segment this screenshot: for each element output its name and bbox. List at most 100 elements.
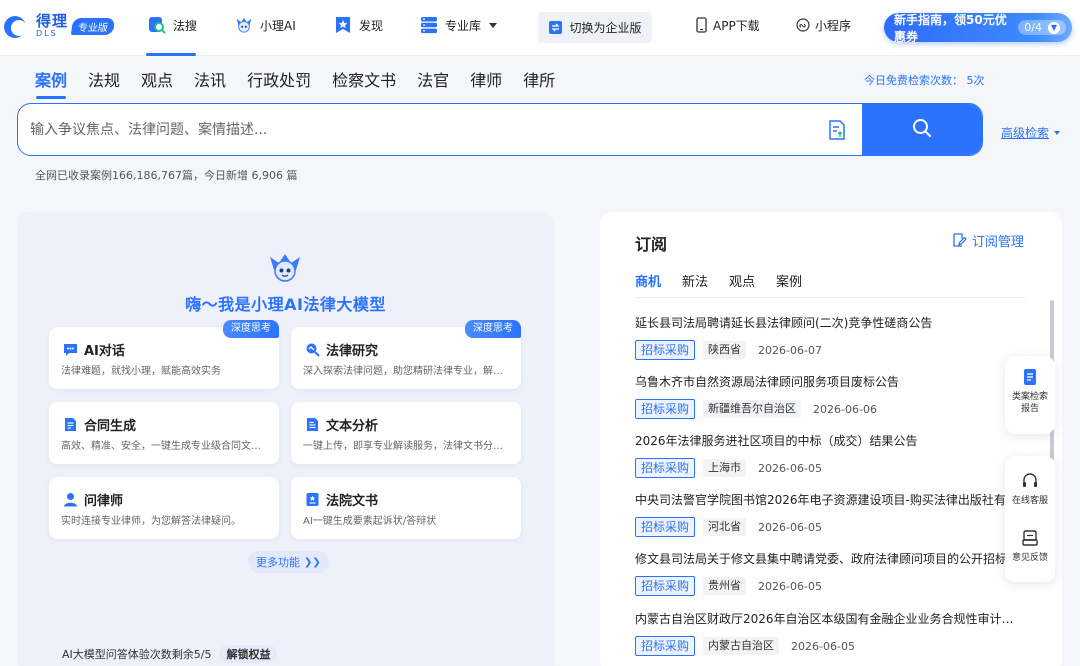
- tab-admin-penalty[interactable]: 行政处罚: [247, 70, 311, 92]
- type-tag: 招标采购: [635, 517, 696, 537]
- ai-quota-bar: AI大模型问答体验次数剩余5/5 解锁权益: [62, 645, 278, 663]
- tab-lawyers[interactable]: 律师: [470, 70, 502, 92]
- guide-progress: 0/4 ▼: [1018, 20, 1066, 35]
- nav-item-app-download[interactable]: APP下载: [695, 16, 760, 34]
- sub-tab-business[interactable]: 商机: [635, 271, 661, 290]
- tab-opinions[interactable]: 观点: [141, 70, 173, 92]
- collection-stats: 全网已收录案例166,186,767篇，今日新增 6,906 篇: [35, 169, 298, 182]
- dls-logo[interactable]: 得理 DLS 专业版: [4, 14, 116, 38]
- type-tag: 招标采购: [635, 340, 696, 360]
- nav-label: 专业库: [445, 18, 482, 33]
- chevron-down-icon: ▼: [1048, 21, 1060, 34]
- subscription-manage-label: 订阅管理: [972, 235, 1025, 250]
- sub-tab-new-laws[interactable]: 新法: [682, 271, 708, 290]
- list-item[interactable]: 延长县司法局聘请延长县法律顾问(二次)竞争性磋商公告 招标采购 陕西省 2026…: [635, 314, 1025, 366]
- court-doc-icon: [305, 492, 320, 507]
- feedback-button[interactable]: 意见反馈: [1005, 529, 1055, 564]
- edit-subscription-icon: [952, 233, 967, 248]
- feature-card-contract-generation[interactable]: 合同生成 高效、精准、安全，一键生成专业级合同文…: [49, 402, 279, 464]
- list-item[interactable]: 中央司法警官学院图书馆2026年电子资源建设项目-购买法律出版社有 招标采购 河…: [635, 491, 1025, 543]
- item-title: 内蒙古自治区财政厅2026年自治区本级国有金融企业业务合规性审计中…: [635, 612, 1020, 626]
- tab-judges[interactable]: 法官: [417, 70, 449, 92]
- search-box: [17, 103, 983, 156]
- phone-icon: [695, 16, 707, 34]
- subscription-tabs: 商机 新法 观点 案例: [635, 271, 823, 290]
- support-widget: 在线客服 意见反馈: [1005, 456, 1055, 582]
- report-doc-icon: [1021, 368, 1039, 386]
- database-icon: [420, 16, 438, 34]
- search-button[interactable]: [862, 104, 982, 155]
- item-title: 中央司法警官学院图书馆2026年电子资源建设项目-购买法律出版社有: [635, 493, 1006, 507]
- tab-law-firms[interactable]: 律所: [523, 70, 555, 92]
- subscription-manage-link[interactable]: 订阅管理: [952, 231, 1024, 250]
- tab-cases[interactable]: 案例: [35, 70, 67, 92]
- divider: [635, 297, 1025, 298]
- nav-item-discover[interactable]: 发现: [334, 16, 383, 34]
- sub-tab-cases[interactable]: 案例: [776, 271, 802, 290]
- region-tag: 上海市: [703, 459, 747, 477]
- item-date: 2026-06-07: [758, 343, 822, 357]
- tab-legal-news[interactable]: 法讯: [194, 70, 226, 92]
- item-date: 2026-06-05: [758, 579, 822, 593]
- nav-item-pro-library[interactable]: 专业库: [420, 16, 498, 34]
- unlock-benefits-button[interactable]: 解锁权益: [219, 645, 278, 663]
- nav-label: 小程序: [815, 18, 852, 33]
- item-date: 2026-06-05: [791, 639, 855, 653]
- card-title: 法律研究: [326, 344, 379, 359]
- feature-card-text-analysis[interactable]: 文本分析 一键上传，即享专业解读服务，法律文书分…: [291, 402, 521, 464]
- research-icon: [305, 342, 320, 357]
- chat-icon: [63, 342, 78, 357]
- nav-item-mini-program[interactable]: 小程序: [796, 16, 851, 34]
- headset-icon: [1021, 472, 1039, 490]
- region-tag: 陕西省: [703, 341, 747, 359]
- active-nav-indicator: [146, 53, 196, 56]
- item-date: 2026-06-06: [813, 402, 877, 416]
- switch-enterprise-button[interactable]: 切换为企业版: [538, 12, 652, 43]
- type-tag: 招标采购: [635, 636, 696, 656]
- feature-card-ask-lawyer[interactable]: 问律师 实时连接专业律师，为您解答法律疑问。: [49, 477, 279, 539]
- card-desc: 一键上传，即享专业解读服务，法律文书分…: [303, 441, 503, 452]
- sub-tab-opinions[interactable]: 观点: [729, 271, 755, 290]
- case-report-label: 类案检索报告: [1011, 392, 1048, 414]
- feedback-icon: [1021, 529, 1039, 547]
- item-title: 2026年法律服务进社区项目的中标（成交）结果公告: [635, 434, 918, 448]
- logo-text-en: DLS: [36, 29, 58, 38]
- switch-icon: [548, 20, 563, 35]
- list-item[interactable]: 修文县司法局关于修文县集中聘请党委、政府法律顾问项目的公开招标 招标采购 贵州省…: [635, 550, 1025, 602]
- more-features-label: 更多功能: [256, 556, 300, 569]
- card-title: 问律师: [84, 494, 124, 509]
- logo-mark-icon: [4, 14, 34, 38]
- region-tag: 内蒙古自治区: [703, 637, 780, 655]
- list-item[interactable]: 乌鲁木齐市自然资源局法律顾问服务项目废标公告 招标采购 新疆维吾尔自治区 202…: [635, 373, 1025, 425]
- nav-label: 小理AI: [260, 18, 296, 33]
- case-report-widget[interactable]: 类案检索报告: [1005, 356, 1055, 434]
- file-upload-icon[interactable]: [812, 104, 862, 155]
- type-tag: 招标采购: [635, 576, 696, 596]
- feature-card-ai-chat[interactable]: AI对话 法律难题，就找小理，赋能高效实务 深度思考: [49, 320, 279, 389]
- list-item[interactable]: 2026年法律服务进社区项目的中标（成交）结果公告 招标采购 上海市 2026-…: [635, 432, 1025, 484]
- card-desc: AI一键生成要素起诉状/答辩状: [303, 516, 437, 527]
- search-icon: [912, 118, 932, 142]
- card-desc: 深入探索法律问题，助您精研法律专业，解…: [303, 366, 503, 377]
- feature-card-legal-research[interactable]: 法律研究 深入探索法律问题，助您精研法律专业，解… 深度思考: [291, 320, 521, 389]
- search-category-tabs: 案例 法规 观点 法讯 行政处罚 检察文书 法官 律师 律所: [35, 70, 576, 92]
- nav-item-xiaoli-ai[interactable]: 小理AI: [235, 16, 296, 34]
- item-title: 修文县司法局关于修文县集中聘请党委、政府法律顾问项目的公开招标: [635, 552, 1008, 566]
- online-service-button[interactable]: 在线客服: [1005, 472, 1055, 507]
- more-features-button[interactable]: 更多功能 ❯❯: [248, 551, 329, 573]
- feature-card-court-documents[interactable]: 法院文书 AI一键生成要素起诉状/答辩状: [291, 477, 521, 539]
- newbie-guide-button[interactable]: 新手指南，领50元优惠券 0/4 ▼: [884, 13, 1072, 44]
- card-title: 法院文书: [326, 494, 379, 509]
- card-title: 合同生成: [84, 419, 137, 434]
- contract-icon: [63, 417, 78, 432]
- double-chevron-right-icon: ❯❯: [304, 556, 321, 568]
- search-input[interactable]: [18, 104, 812, 155]
- tab-regulations[interactable]: 法规: [88, 70, 120, 92]
- text-analysis-icon: [305, 417, 320, 432]
- free-search-count: 今日免费检索次数： 5次: [864, 74, 985, 87]
- caret-down-icon: [1054, 130, 1061, 135]
- nav-item-fasou[interactable]: 法搜: [148, 16, 197, 34]
- advanced-search-link[interactable]: 高级检索: [1001, 124, 1061, 141]
- list-item[interactable]: 内蒙古自治区财政厅2026年自治区本级国有金融企业业务合规性审计中… 招标采购 …: [635, 610, 1025, 662]
- tab-procuratorate-docs[interactable]: 检察文书: [332, 70, 396, 92]
